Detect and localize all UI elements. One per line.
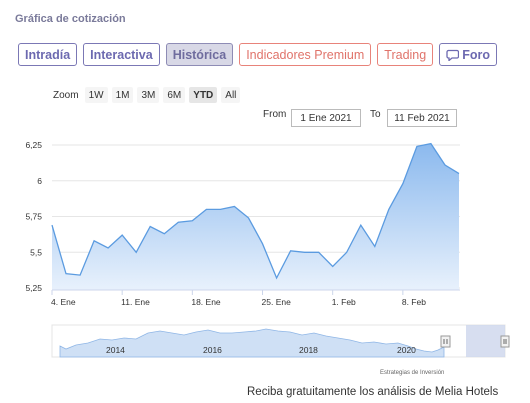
navigator[interactable]: 2014 2016 2018 2020 bbox=[51, 324, 510, 358]
promo-link[interactable]: Reciba gratuitamente los análisis de Mel… bbox=[247, 386, 498, 398]
y-tick-label: 5,25 bbox=[25, 283, 42, 293]
navigator-year-label: 2016 bbox=[203, 345, 222, 355]
navigator-year-label: 2018 bbox=[299, 345, 318, 355]
y-axis-ticks: 5,25 5,5 5,75 6 6,25 bbox=[25, 140, 42, 293]
navigator-right-handle[interactable] bbox=[500, 335, 510, 348]
x-tick-label: 1. Feb bbox=[332, 297, 356, 307]
navigator-mask bbox=[466, 325, 505, 357]
x-tick-label: 18. Ene bbox=[191, 297, 221, 307]
navigator-left-handle[interactable] bbox=[440, 335, 451, 348]
x-tick-label: 25. Ene bbox=[262, 297, 292, 307]
chart-credit: Estrategias de Inversión bbox=[380, 370, 444, 376]
price-chart: 5,25 5,5 5,75 6 6,25 4. Ene 11. Ene 18. Ene 25.… bbox=[25, 140, 510, 376]
x-tick-label: 11. Ene bbox=[121, 297, 150, 307]
x-tick-label: 4. Ene bbox=[51, 297, 76, 307]
navigator-year-label: 2020 bbox=[397, 345, 416, 355]
x-axis-ticks: 4. Ene 11. Ene 18. Ene 25. Ene 1. Feb 8. Feb bbox=[51, 290, 426, 307]
y-tick-label: 6,25 bbox=[25, 140, 42, 150]
y-tick-label: 5,75 bbox=[25, 212, 42, 222]
x-tick-label: 8. Feb bbox=[402, 297, 426, 307]
y-tick-label: 6 bbox=[37, 176, 42, 186]
navigator-year-label: 2014 bbox=[106, 345, 125, 355]
y-tick-label: 5,5 bbox=[30, 247, 42, 257]
